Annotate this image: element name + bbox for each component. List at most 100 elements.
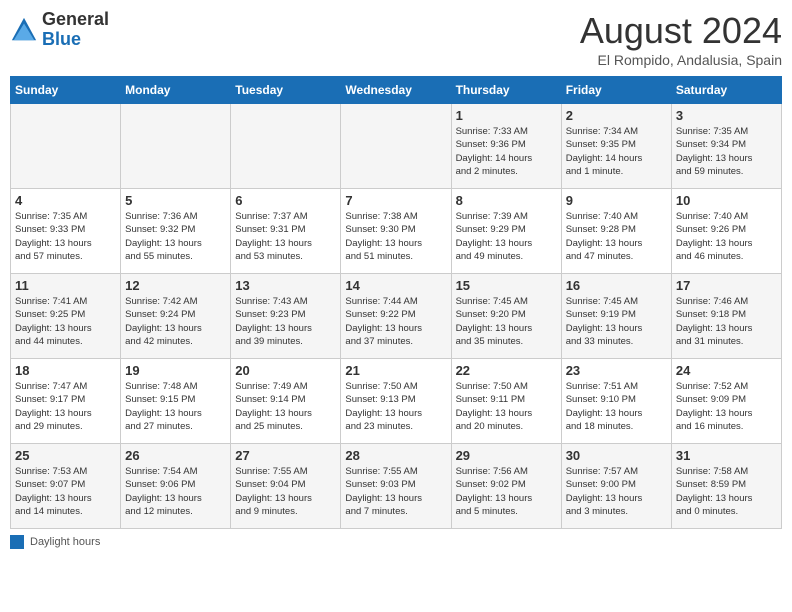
day-number: 26 [125,448,226,463]
weekday-header-saturday: Saturday [671,77,781,104]
day-info-text: Sunrise: 7:46 AMSunset: 9:18 PMDaylight:… [676,295,777,348]
logo-blue-text: Blue [42,29,81,49]
day-info-text: Sunrise: 7:33 AMSunset: 9:36 PMDaylight:… [456,125,557,178]
day-number: 7 [345,193,446,208]
day-info-text: Sunrise: 7:48 AMSunset: 9:15 PMDaylight:… [125,380,226,433]
calendar-cell: 2Sunrise: 7:34 AMSunset: 9:35 PMDaylight… [561,104,671,189]
day-number: 9 [566,193,667,208]
day-info-text: Sunrise: 7:44 AMSunset: 9:22 PMDaylight:… [345,295,446,348]
day-info-text: Sunrise: 7:40 AMSunset: 9:26 PMDaylight:… [676,210,777,263]
calendar-cell: 16Sunrise: 7:45 AMSunset: 9:19 PMDayligh… [561,274,671,359]
day-info-text: Sunrise: 7:42 AMSunset: 9:24 PMDaylight:… [125,295,226,348]
day-number: 16 [566,278,667,293]
week-row-1: 1 Sunrise: 7:33 AMSunset: 9:36 PMDaylight… [11,104,782,189]
day-number: 10 [676,193,777,208]
calendar-cell [11,104,121,189]
legend-label: Daylight hours [30,536,100,548]
calendar-cell [341,104,451,189]
day-number: 23 [566,363,667,378]
calendar-cell: 7 Sunrise: 7:38 AMSunset: 9:30 PMDaylight… [341,189,451,274]
day-number: 13 [235,278,336,293]
calendar-cell: 15 Sunrise: 7:45 AMSunset: 9:20 PMDayligh… [451,274,561,359]
weekday-header-thursday: Thursday [451,77,561,104]
day-info-text: Sunrise: 7:47 AMSunset: 9:17 PMDaylight:… [15,380,116,433]
day-number: 12 [125,278,226,293]
day-number: 5 [125,193,226,208]
day-number: 15 [456,278,557,293]
day-number: 4 [15,193,116,208]
weekday-header-sunday: Sunday [11,77,121,104]
day-number: 6 [235,193,336,208]
calendar-table: SundayMondayTuesdayWednesdayThursdayFrid… [10,76,782,529]
day-info-text: Sunrise: 7:34 AMSunset: 9:35 PMDaylight:… [566,125,667,178]
weekday-header-tuesday: Tuesday [231,77,341,104]
day-info-text: Sunrise: 7:52 AMSunset: 9:09 PMDaylight:… [676,380,777,433]
day-info-text: Sunrise: 7:57 AMSunset: 9:00 PMDaylight:… [566,465,667,518]
title-area: August 2024 El Rompido, Andalusia, Spain [580,10,782,68]
weekday-header-monday: Monday [121,77,231,104]
week-row-2: 4 Sunrise: 7:35 AMSunset: 9:33 PMDaylight… [11,189,782,274]
calendar-cell: 26 Sunrise: 7:54 AMSunset: 9:06 PMDayligh… [121,444,231,529]
calendar-cell: 12 Sunrise: 7:42 AMSunset: 9:24 PMDayligh… [121,274,231,359]
calendar-cell: 19Sunrise: 7:48 AMSunset: 9:15 PMDayligh… [121,359,231,444]
calendar-cell: 13 Sunrise: 7:43 AMSunset: 9:23 PMDayligh… [231,274,341,359]
day-info-text: Sunrise: 7:43 AMSunset: 9:23 PMDaylight:… [235,295,336,348]
calendar-cell: 18 Sunrise: 7:47 AMSunset: 9:17 PMDayligh… [11,359,121,444]
calendar-cell: 31 Sunrise: 7:58 AMSunset: 8:59 PMDayligh… [671,444,781,529]
day-number: 3 [676,108,777,123]
calendar-cell: 29Sunrise: 7:56 AMSunset: 9:02 PMDayligh… [451,444,561,529]
weekday-header-friday: Friday [561,77,671,104]
day-info-text: Sunrise: 7:55 AMSunset: 9:04 PMDaylight:… [235,465,336,518]
footer-legend: Daylight hours [10,535,782,549]
weekday-header-wednesday: Wednesday [341,77,451,104]
calendar-cell: 10 Sunrise: 7:40 AMSunset: 9:26 PMDayligh… [671,189,781,274]
day-number: 27 [235,448,336,463]
day-info-text: Sunrise: 7:39 AMSunset: 9:29 PMDaylight:… [456,210,557,263]
day-info-text: Sunrise: 7:38 AMSunset: 9:30 PMDaylight:… [345,210,446,263]
calendar-cell: 24 Sunrise: 7:52 AMSunset: 9:09 PMDayligh… [671,359,781,444]
legend-box-icon [10,535,24,549]
day-number: 1 [456,108,557,123]
calendar-cell: 6 Sunrise: 7:37 AMSunset: 9:31 PMDaylight… [231,189,341,274]
day-number: 24 [676,363,777,378]
calendar-cell: 3 Sunrise: 7:35 AMSunset: 9:34 PMDaylight… [671,104,781,189]
calendar-cell: 1 Sunrise: 7:33 AMSunset: 9:36 PMDaylight… [451,104,561,189]
day-info-text: Sunrise: 7:40 AMSunset: 9:28 PMDaylight:… [566,210,667,263]
weekday-header-row: SundayMondayTuesdayWednesdayThursdayFrid… [11,77,782,104]
calendar-cell: 9 Sunrise: 7:40 AMSunset: 9:28 PMDaylight… [561,189,671,274]
calendar-cell: 30 Sunrise: 7:57 AMSunset: 9:00 PMDayligh… [561,444,671,529]
calendar-cell: 25Sunrise: 7:53 AMSunset: 9:07 PMDayligh… [11,444,121,529]
calendar-cell: 17 Sunrise: 7:46 AMSunset: 9:18 PMDayligh… [671,274,781,359]
day-number: 11 [15,278,116,293]
day-info-text: Sunrise: 7:51 AMSunset: 9:10 PMDaylight:… [566,380,667,433]
day-number: 28 [345,448,446,463]
day-info-text: Sunrise: 7:54 AMSunset: 9:06 PMDaylight:… [125,465,226,518]
day-number: 20 [235,363,336,378]
day-info-text: Sunrise: 7:37 AMSunset: 9:31 PMDaylight:… [235,210,336,263]
day-number: 8 [456,193,557,208]
day-info-text: Sunrise: 7:36 AMSunset: 9:32 PMDaylight:… [125,210,226,263]
calendar-cell: 11Sunrise: 7:41 AMSunset: 9:25 PMDayligh… [11,274,121,359]
day-number: 18 [15,363,116,378]
day-info-text: Sunrise: 7:50 AMSunset: 9:11 PMDaylight:… [456,380,557,433]
day-info-text: Sunrise: 7:35 AMSunset: 9:33 PMDaylight:… [15,210,116,263]
day-number: 31 [676,448,777,463]
logo-icon [10,16,38,44]
day-number: 17 [676,278,777,293]
calendar-cell: 22Sunrise: 7:50 AMSunset: 9:11 PMDayligh… [451,359,561,444]
logo-general-text: General [42,9,109,29]
logo: General Blue [10,10,109,50]
location-subtitle: El Rompido, Andalusia, Spain [580,52,782,68]
calendar-cell [231,104,341,189]
week-row-5: 25Sunrise: 7:53 AMSunset: 9:07 PMDayligh… [11,444,782,529]
day-info-text: Sunrise: 7:45 AMSunset: 9:20 PMDaylight:… [456,295,557,348]
day-info-text: Sunrise: 7:50 AMSunset: 9:13 PMDaylight:… [345,380,446,433]
day-info-text: Sunrise: 7:58 AMSunset: 8:59 PMDaylight:… [676,465,777,518]
logo-text: General Blue [42,10,109,50]
calendar-cell: 4 Sunrise: 7:35 AMSunset: 9:33 PMDaylight… [11,189,121,274]
day-number: 21 [345,363,446,378]
day-number: 30 [566,448,667,463]
day-info-text: Sunrise: 7:35 AMSunset: 9:34 PMDaylight:… [676,125,777,178]
calendar-cell: 14Sunrise: 7:44 AMSunset: 9:22 PMDayligh… [341,274,451,359]
calendar-cell [121,104,231,189]
